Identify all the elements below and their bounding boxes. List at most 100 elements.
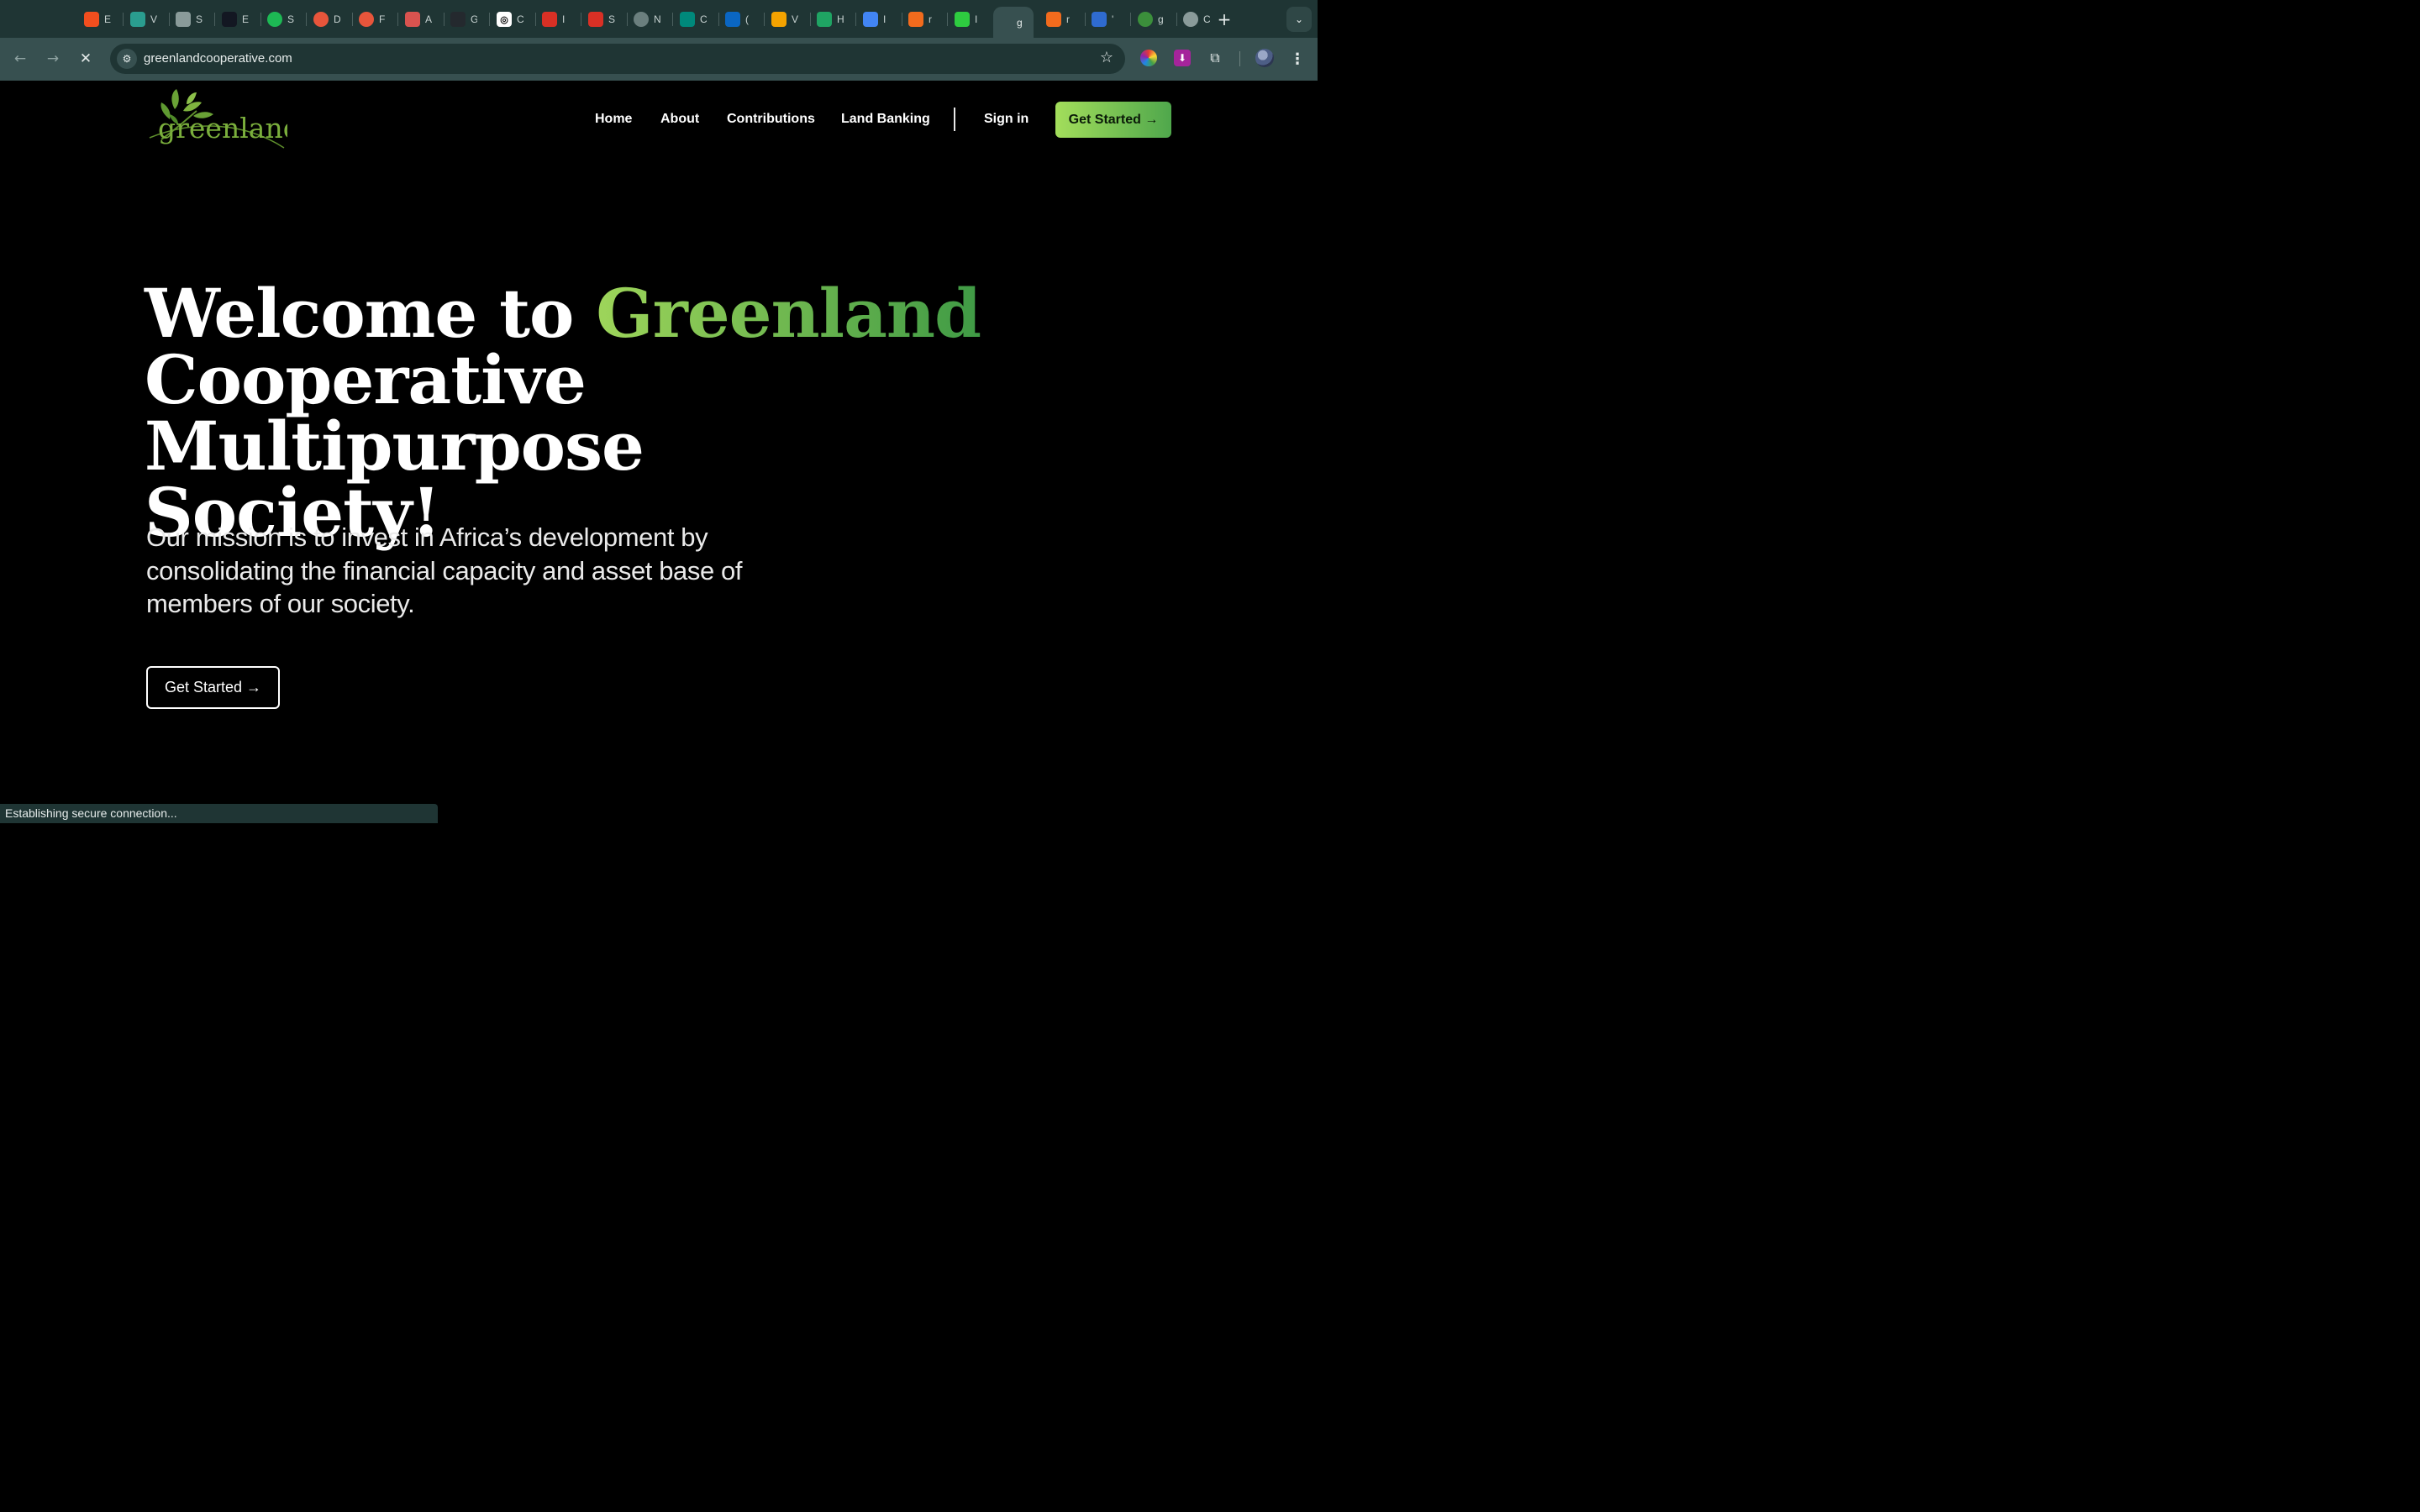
tab-title: r — [929, 13, 932, 25]
tab-separator — [214, 13, 215, 26]
browser-tab[interactable]: I — [860, 7, 902, 32]
browser-tab[interactable]: ( — [722, 7, 764, 32]
tab-title: S — [608, 13, 615, 25]
browser-tab[interactable]: I — [951, 7, 993, 32]
tab-separator — [627, 13, 628, 26]
address-bar[interactable]: ⚙ greenlandcooperative.com ☆ — [110, 44, 1125, 74]
browser-tab[interactable]: C — [1180, 7, 1222, 32]
tab-separator — [1085, 13, 1086, 26]
tab-title: C — [517, 13, 523, 25]
tab-separator — [444, 13, 445, 26]
tab-separator — [123, 13, 124, 26]
meet-icon — [680, 12, 695, 27]
browser-tab[interactable]: H — [813, 7, 855, 32]
get-started-nav-button[interactable]: Get Started → — [1055, 102, 1171, 138]
github-icon — [450, 12, 466, 27]
chat-icon — [771, 12, 786, 27]
browser-tab[interactable]: V — [768, 7, 810, 32]
target-icon — [359, 12, 374, 27]
docs-icon — [863, 12, 878, 27]
hero-title-line2: Cooperative Multipurpose — [145, 340, 644, 486]
browser-menu-icon[interactable]: ⋮ — [1288, 48, 1307, 70]
download-extension-icon[interactable]: ⬇ — [1174, 50, 1191, 66]
browser-tab[interactable]: E — [218, 7, 260, 32]
url-text[interactable]: greenlandcooperative.com — [144, 51, 292, 66]
toolbar-divider — [1239, 51, 1240, 66]
tab-title: G — [471, 13, 477, 25]
tab-title: ( — [745, 13, 749, 25]
mission-statement: Our mission is to invest in Africa’s dev… — [146, 522, 743, 618]
color-picker-extension-icon[interactable] — [1140, 50, 1157, 66]
globe-icon — [1183, 12, 1198, 27]
linkedin-icon — [725, 12, 740, 27]
tab-title: C — [700, 13, 707, 25]
sign-in-link[interactable]: Sign in — [984, 112, 1028, 127]
cube-icon — [405, 12, 420, 27]
browser-tab[interactable]: F — [355, 7, 397, 32]
nav-about[interactable]: About — [660, 112, 699, 127]
nav-contributions[interactable]: Contributions — [727, 112, 815, 127]
browser-tab[interactable]: g — [993, 7, 1034, 38]
browser-tab[interactable]: ◎ C — [493, 7, 535, 32]
asterisk-icon — [955, 12, 970, 27]
browser-tab[interactable]: D — [310, 7, 352, 32]
tab-separator — [672, 13, 673, 26]
status-bar: Establishing secure connection... — [0, 804, 438, 823]
tab-separator — [764, 13, 765, 26]
tab-separator — [718, 13, 719, 26]
browser-tab[interactable]: S — [172, 7, 214, 32]
tab-title: ' — [1112, 13, 1114, 25]
profile-avatar[interactable] — [1255, 49, 1274, 67]
browser-tab[interactable]: S — [264, 7, 306, 32]
tab-separator — [352, 13, 353, 26]
tab-separator — [169, 13, 170, 26]
browser-tab[interactable]: C — [676, 7, 718, 32]
browser-tab[interactable]: A — [402, 7, 444, 32]
browser-toolbar: ← → ✕ ⚙ greenlandcooperative.com ☆ ⬇ ⧉ ⋮ — [0, 38, 1318, 81]
nav-land-banking[interactable]: Land Banking — [841, 112, 930, 127]
tab-separator — [397, 13, 398, 26]
tab-separator — [947, 13, 948, 26]
browser-tab[interactable]: r — [905, 7, 947, 32]
vite-icon — [908, 12, 923, 27]
browser-tab[interactable]: V — [127, 7, 169, 32]
tab-separator — [1176, 13, 1177, 26]
tab-title: r — [1066, 13, 1070, 25]
tab-search-button[interactable]: ⌄ — [1286, 7, 1312, 32]
browser-tab[interactable]: N — [630, 7, 672, 32]
back-button[interactable]: ← — [9, 48, 31, 70]
greenland-icon — [1138, 12, 1153, 27]
tab-title: g — [1158, 13, 1164, 25]
browser-tab[interactable]: E — [81, 7, 123, 32]
browser-tab[interactable]: ' — [1088, 7, 1130, 32]
tab-title: A — [425, 13, 432, 25]
browser-tab[interactable]: G — [447, 7, 489, 32]
tab-separator — [260, 13, 261, 26]
get-started-hero-button[interactable]: Get Started → — [146, 666, 280, 709]
browser-tab[interactable]: I — [539, 7, 581, 32]
page-content: greenland Home About Contributions Land … — [0, 81, 1318, 823]
tab-title: E — [104, 13, 111, 25]
drive-icon — [817, 12, 832, 27]
bookmark-star-icon[interactable]: ☆ — [1100, 49, 1113, 66]
browser-tab[interactable]: g — [1134, 7, 1176, 32]
hero-title: Welcome to Greenland Cooperative Multipu… — [145, 280, 1069, 546]
tab-title: D — [334, 13, 340, 25]
forward-button[interactable]: → — [42, 48, 64, 70]
stop-loading-button[interactable]: ✕ — [75, 48, 97, 70]
target-icon — [313, 12, 329, 27]
tab-separator — [855, 13, 856, 26]
gmail-icon — [542, 12, 557, 27]
tab-title: V — [792, 13, 798, 25]
main-nav: Home About Contributions Land Banking Si… — [0, 102, 1318, 139]
extensions-puzzle-icon[interactable]: ⧉ — [1207, 50, 1223, 66]
camera-icon — [176, 12, 191, 27]
nav-home[interactable]: Home — [595, 112, 632, 127]
tradingview-icon — [222, 12, 237, 27]
browser-tab[interactable]: S — [585, 7, 627, 32]
browser-tab[interactable]: r — [1043, 7, 1085, 32]
tab-title: I — [883, 13, 886, 25]
shield-icon — [1092, 12, 1107, 27]
site-info-icon[interactable]: ⚙ — [117, 49, 137, 69]
chrome-icon — [634, 12, 649, 27]
